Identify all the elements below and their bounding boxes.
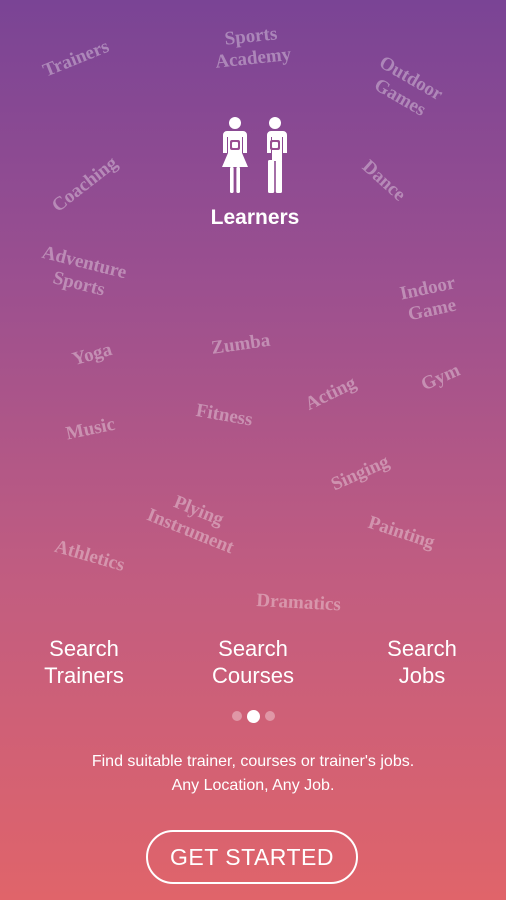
bg-word-trainers: Trainers [40,36,113,82]
page-dot-1[interactable] [231,711,242,721]
search-courses-option[interactable]: Search Courses [183,635,323,689]
bg-word-gym: Gym [418,359,464,396]
search-jobs-option[interactable]: Search Jobs [352,635,492,689]
bg-word-music: Music [64,413,117,445]
bg-word-dramatics: Dramatics [255,590,342,616]
tagline: Find suitable trainer, courses or traine… [0,750,506,798]
bg-word-coaching: Coaching [48,152,122,217]
search-trainers-option[interactable]: Search Trainers [14,635,154,689]
bg-word-fitness: Fitness [194,400,255,431]
hero-label: Learners [210,206,300,229]
bg-word-indoor-game: Indoor Game [398,272,459,326]
bg-word-adventure-sports: Adventure Sports [39,242,129,301]
page-dot-2[interactable] [246,709,260,723]
tagline-line-1: Find suitable trainer, courses or traine… [91,753,415,770]
tagline-line-2: Any Location, Any Job. [171,777,335,794]
get-started-button[interactable]: GET STARTED [146,830,358,884]
bg-word-yoga: Yoga [70,338,115,371]
bg-word-athletics: Athletics [52,536,127,576]
hero: Learners [205,116,305,230]
bg-word-sports-academy: Sports Academy [214,23,293,73]
bg-word-zumba: Zumba [210,329,272,359]
learners-icon [222,117,287,193]
page-dot-3[interactable] [264,711,275,721]
bg-word-outdoor-games: Outdoor Games [370,52,447,121]
bg-word-plying-instrument: Plying Instrument [143,491,237,559]
bg-word-acting: Acting [302,372,360,415]
bg-word-dance: Dance [357,156,410,206]
bg-word-painting: Painting [365,512,438,554]
page-indicator [0,709,506,723]
bg-word-singing: Singing [328,451,393,496]
